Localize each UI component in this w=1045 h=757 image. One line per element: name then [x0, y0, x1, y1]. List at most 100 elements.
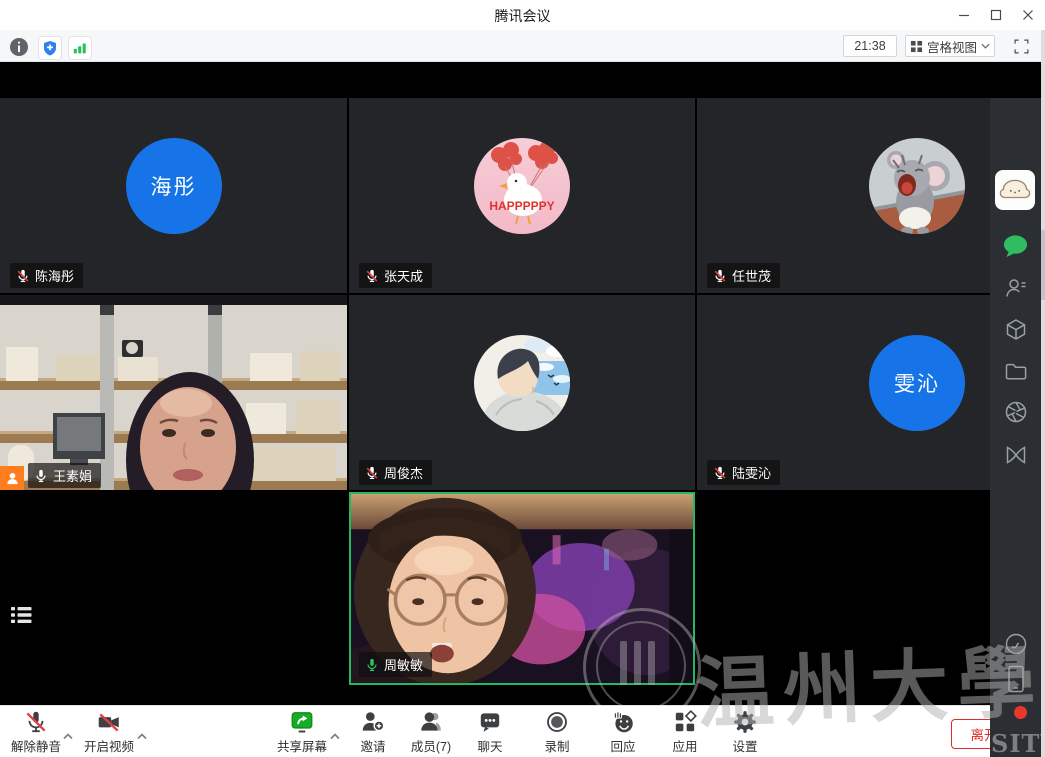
host-person-icon — [5, 471, 20, 486]
participant-list-toggle[interactable] — [8, 602, 34, 628]
aperture-icon — [1003, 399, 1029, 425]
network-status-button[interactable] — [68, 36, 92, 60]
contacts-app-button[interactable] — [1002, 274, 1029, 301]
phone-mirror-button[interactable] — [1002, 665, 1029, 692]
view-mode-label: 宫格视图 — [927, 37, 977, 56]
fullscreen-button[interactable] — [1010, 35, 1032, 57]
record-icon — [544, 709, 570, 735]
mic-muted-icon — [365, 466, 379, 480]
participant-name: 张天成 — [384, 266, 423, 285]
meeting-info-button[interactable] — [8, 36, 30, 58]
invite-button[interactable]: 邀请 — [340, 709, 406, 755]
chat-label: 聊天 — [477, 736, 502, 755]
name-tag: 任世茂 — [707, 263, 780, 288]
window-title: 腾讯会议 — [0, 6, 1045, 26]
chat-app-button[interactable] — [1002, 232, 1029, 259]
participant-name: 周敏敏 — [384, 655, 423, 674]
squiggle-circle-icon — [1003, 631, 1029, 657]
anime-boy-avatar — [474, 335, 570, 431]
record-button[interactable]: 录制 — [524, 709, 590, 755]
apps-button[interactable]: 应用 — [652, 709, 718, 755]
chat-bubble-icon — [477, 709, 503, 735]
name-tag: 陆雯沁 — [707, 460, 780, 485]
music-app-button[interactable] — [1002, 630, 1029, 657]
members-button[interactable]: 成员(7) — [398, 709, 464, 755]
avatar-initials: 雯沁 — [894, 368, 940, 398]
video-tile-chenhaitong[interactable]: 海彤 陈海彤 — [0, 98, 347, 293]
avatar-initials: 海彤 — [151, 171, 197, 201]
security-button[interactable] — [38, 36, 62, 60]
record-label: 录制 — [544, 736, 569, 755]
mic-muted-icon — [23, 709, 49, 735]
members-label: 成员(7) — [411, 736, 451, 755]
chat-button[interactable]: 聊天 — [457, 709, 523, 755]
mic-options-chevron[interactable] — [62, 727, 74, 745]
webcam-video — [0, 295, 347, 490]
unmute-label: 解除静音 — [11, 736, 61, 755]
invite-person-icon — [360, 709, 386, 735]
invite-label: 邀请 — [360, 736, 385, 755]
close-icon — [1020, 7, 1036, 23]
meeting-timer: 21:38 — [843, 35, 897, 57]
share-screen-label: 共享屏幕 — [277, 736, 327, 755]
camera-app-button[interactable] — [1002, 398, 1029, 425]
close-button[interactable] — [1014, 3, 1042, 27]
start-video-label: 开启视频 — [84, 736, 134, 755]
cartoon-mouse-avatar — [869, 138, 965, 234]
shield-icon — [42, 40, 58, 56]
mic-muted-icon — [713, 269, 727, 283]
name-tag: 张天成 — [359, 263, 432, 288]
mic-muted-icon — [365, 269, 379, 283]
avatar: 海彤 — [126, 138, 222, 234]
phone-icon — [1004, 664, 1028, 694]
settings-button[interactable]: 设置 — [712, 709, 778, 755]
apps-label: 应用 — [672, 736, 697, 755]
mic-speaking-icon — [365, 658, 379, 672]
video-options-chevron[interactable] — [136, 727, 148, 745]
files-app-button[interactable] — [1002, 357, 1029, 384]
settings-gear-icon — [732, 709, 758, 735]
name-tag: 周俊杰 — [359, 460, 432, 485]
scrollbar-thumb[interactable] — [1041, 230, 1045, 300]
participant-name: 任世茂 — [732, 266, 771, 285]
video-tile-zhangtiancheng[interactable]: HAPPPPPY 张天成 — [349, 98, 695, 293]
bread-doodle-icon — [998, 175, 1032, 205]
avatar-caption: HAPPPPPY — [489, 199, 554, 213]
minimize-button[interactable] — [950, 3, 978, 27]
design-app-button[interactable] — [1002, 441, 1029, 468]
screen-edge-strip — [1041, 30, 1045, 757]
chevron-down-icon — [981, 43, 990, 49]
name-tag: 陈海彤 — [10, 263, 83, 288]
participant-name: 周俊杰 — [384, 463, 423, 482]
share-screen-button[interactable]: 共享屏幕 — [269, 709, 335, 755]
settings-label: 设置 — [732, 736, 757, 755]
start-video-button[interactable]: 开启视频 — [76, 709, 142, 755]
view-mode-button[interactable]: 宫格视图 — [905, 35, 995, 57]
sticker-app-button[interactable] — [995, 170, 1035, 210]
signal-bars-icon — [72, 40, 88, 56]
mic-muted-icon — [713, 466, 727, 480]
box-app-button[interactable] — [1002, 316, 1029, 343]
participant-name: 陆雯沁 — [732, 463, 771, 482]
video-tile-wangsujuan[interactable]: 王素娟 — [0, 295, 347, 490]
meeting-toolbar: 21:38 宫格视图 — [0, 30, 1045, 62]
contact-person-icon — [1003, 275, 1029, 301]
reaction-button[interactable]: 回应 — [590, 709, 656, 755]
control-bar: 解除静音 开启视频 共享屏幕 — [0, 705, 1045, 757]
cube-icon — [1003, 317, 1029, 343]
name-tag: 王素娟 — [28, 463, 101, 488]
unmute-button[interactable]: 解除静音 — [3, 709, 69, 755]
video-tile-zhouminmin[interactable]: 周敏敏 — [349, 492, 695, 685]
maximize-button[interactable] — [982, 3, 1010, 27]
mic-on-icon — [34, 469, 48, 483]
meeting-window: 腾讯会议 — [0, 0, 1045, 757]
participant-name: 陈海彤 — [35, 266, 74, 285]
avatar — [869, 138, 965, 234]
notification-dot — [1014, 706, 1027, 719]
grid-view-icon — [910, 40, 923, 53]
video-tile-zhoujunjie[interactable]: 周俊杰 — [349, 295, 695, 490]
list-icon — [8, 602, 34, 628]
members-icon — [418, 709, 444, 735]
folder-icon — [1003, 358, 1029, 384]
participant-name: 王素娟 — [53, 466, 92, 485]
